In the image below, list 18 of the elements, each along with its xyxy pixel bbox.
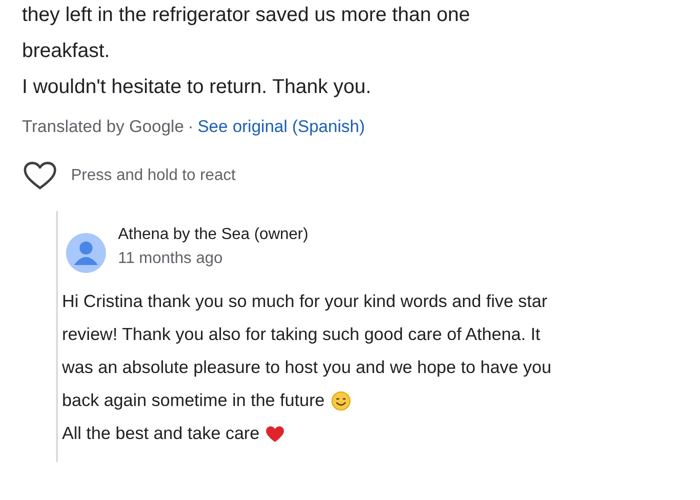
- smiling-face-icon: [330, 390, 351, 410]
- reply-text-line: review! Thank you also for taking such good care of Athena. It: [62, 323, 540, 346]
- separator: ·: [188, 117, 194, 137]
- reply-text-line: All the best and take care: [62, 422, 260, 445]
- review-text-line: I wouldn't hesitate to return. Thank you.: [22, 75, 372, 100]
- reply-text-line: back again sometime in the future: [62, 389, 325, 412]
- owner-name: Athena by the Sea (owner): [118, 225, 308, 245]
- heart-outline-icon[interactable]: [23, 161, 57, 191]
- review-text-line: they left in the refrigerator saved us more than one: [22, 3, 472, 28]
- avatar-icon: [66, 233, 106, 273]
- see-original-link[interactable]: See original (Spanish): [198, 117, 365, 137]
- react-hint: Press and hold to react: [71, 167, 236, 185]
- reply-time: 11 months ago: [118, 249, 224, 269]
- reply-text-line: Hi Cristina thank you so much for your kind words and five star: [62, 290, 548, 313]
- heart-icon: [265, 424, 286, 444]
- translation-note: Translated by Google: [22, 117, 184, 137]
- review-text-line: breakfast.: [22, 39, 111, 64]
- reply-text-line: was an absolute pleasure to host you and we hope to have you: [62, 356, 552, 379]
